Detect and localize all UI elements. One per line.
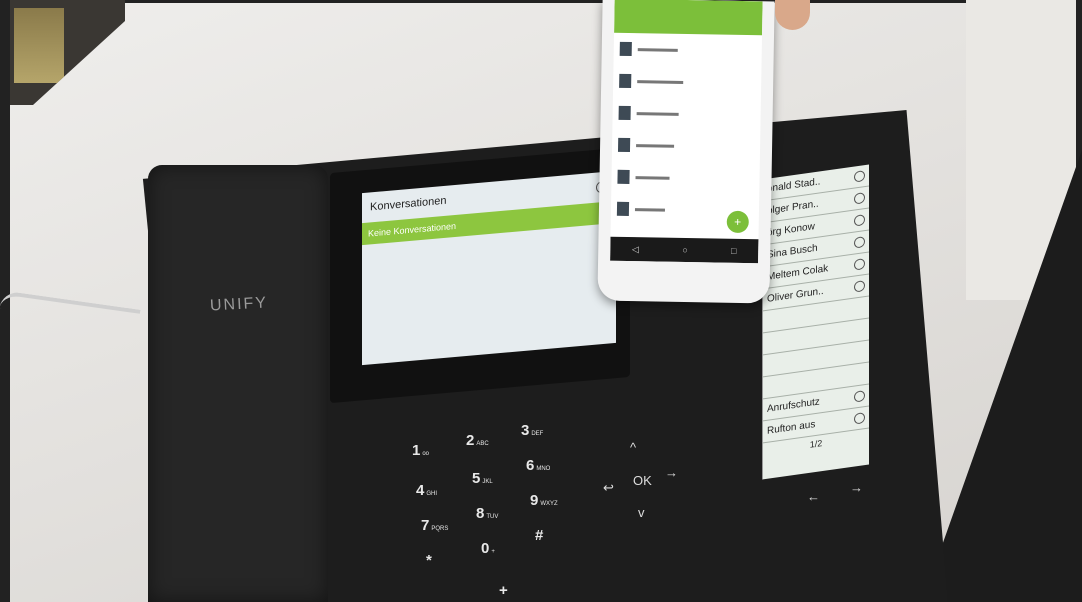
key-hash[interactable]: # xyxy=(535,527,545,544)
photo-scene: UNIFY Konversationen Keine Konversatione… xyxy=(0,0,1082,602)
key-2[interactable]: 2 ABC xyxy=(466,432,489,449)
recents-icon[interactable]: □ xyxy=(731,246,737,256)
list-item[interactable] xyxy=(613,33,762,68)
app-bar xyxy=(614,0,763,36)
check-icon xyxy=(854,214,865,227)
add-fab-button[interactable]: + xyxy=(726,210,749,234)
check-icon xyxy=(854,280,865,293)
nav-right-button[interactable]: → xyxy=(665,465,678,480)
page-right-button[interactable]: → xyxy=(850,480,863,495)
key-8[interactable]: 8 TUV xyxy=(476,505,498,522)
smartphone: + ◁ ○ □ xyxy=(597,0,775,304)
check-icon xyxy=(854,390,865,403)
avatar xyxy=(618,105,631,121)
handset[interactable] xyxy=(148,165,328,602)
finger xyxy=(775,0,810,30)
avatar xyxy=(616,201,630,217)
avatar xyxy=(617,137,631,153)
check-icon xyxy=(854,236,865,249)
home-icon[interactable]: ○ xyxy=(682,245,688,255)
frame-top xyxy=(0,0,1082,3)
key-star[interactable]: * xyxy=(426,552,434,569)
smartphone-screen: + ◁ ○ □ xyxy=(610,0,763,264)
avatar xyxy=(617,169,630,185)
list-item[interactable] xyxy=(613,65,762,100)
key-7[interactable]: 7 PQRS xyxy=(421,517,448,534)
key-3[interactable]: 3 DEF xyxy=(521,422,543,439)
check-icon xyxy=(854,258,865,271)
check-icon xyxy=(854,192,865,205)
nav-back-button[interactable]: ↩ xyxy=(603,480,614,496)
nav-up-button[interactable]: ^ xyxy=(630,440,636,455)
key-5[interactable]: 5 JKL xyxy=(472,470,493,487)
cable xyxy=(0,290,141,328)
key-9[interactable]: 9 WXYZ xyxy=(530,492,558,509)
check-icon xyxy=(854,412,865,425)
box-gold-panel xyxy=(14,8,64,83)
brand-logo: UNIFY xyxy=(209,294,269,315)
nav-down-button[interactable]: v xyxy=(638,505,645,520)
list-item[interactable] xyxy=(612,97,761,132)
avatar xyxy=(619,73,632,89)
key-plus[interactable]: + xyxy=(499,582,508,599)
back-icon[interactable]: ◁ xyxy=(632,244,639,255)
box-corner xyxy=(10,0,125,105)
check-icon xyxy=(854,170,865,183)
list-item[interactable] xyxy=(612,129,761,164)
key-4[interactable]: 4 GHI xyxy=(416,482,437,499)
list-item[interactable] xyxy=(611,161,760,196)
key-1[interactable]: 1 oo xyxy=(412,442,429,459)
phone-display: Konversationen Keine Konversationen xyxy=(362,170,616,366)
android-nav-bar: ◁ ○ □ xyxy=(610,236,759,264)
key-6[interactable]: 6 MNO xyxy=(526,457,550,474)
avatar xyxy=(619,41,632,57)
ok-button[interactable]: OK xyxy=(633,473,652,488)
display-title: Konversationen xyxy=(370,194,447,214)
side-key-panel: onald Stad.. olger Pran.. örg Konow Sina… xyxy=(762,164,869,480)
key-0[interactable]: 0 + xyxy=(481,540,495,557)
page-left-button[interactable]: ← xyxy=(807,489,820,504)
